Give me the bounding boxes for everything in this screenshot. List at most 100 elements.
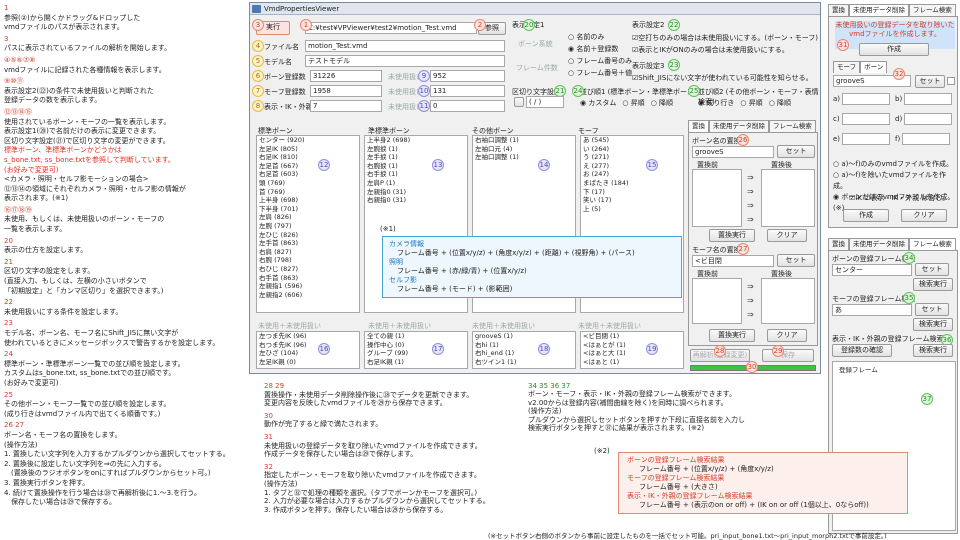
delete-checks[interactable]: ☑IK ☑表示・IK・外親 は含む。 [849,193,949,203]
radio-option[interactable]: ○ a)～f)を除いたvmdファイルを作成。 [833,170,957,192]
bone-replace-combo[interactable]: grooveS [692,146,774,158]
list-item[interactable]: まばたき (184) [583,179,683,188]
list-item[interactable]: <ビ目閉 (1) [583,332,683,341]
list-item[interactable]: 左腕 (797) [259,222,359,231]
morph-after-list[interactable] [761,278,815,324]
bone-search-set[interactable]: セット [915,263,949,276]
bone-set-button[interactable]: セット [777,145,815,158]
unused-sub-list[interactable]: 全ての親 (1) 操作中心 (0) グルーブ (99) 右足IK親 (1) [364,331,468,369]
tab-1[interactable]: 未使用データ削除 [849,4,909,16]
list-item[interactable]: 左つま先IK (96) [259,332,359,341]
list-item[interactable]: 上 (5) [583,205,683,214]
list-item[interactable]: 左手首 (863) [259,239,359,248]
path-field[interactable]: C:¥test¥VPViewer¥test2¥motion_Test.vmd [305,22,477,34]
morph-search-combo[interactable]: あ [832,304,912,316]
list-item[interactable]: 下 (17) [583,188,683,197]
tab-0[interactable]: モーフ [833,61,861,73]
list-item[interactable]: 左肩 (826) [259,213,359,222]
radio-option[interactable]: ◉ 名前＋登録数 [568,43,632,55]
morph-replace-combo[interactable]: <ビ目閉 [692,255,774,267]
list-item[interactable]: 頭 (769) [259,179,359,188]
list-item[interactable]: 左袖口元 (4) [475,145,575,154]
save-button[interactable]: 保存 [762,349,814,362]
field-input[interactable] [842,93,891,105]
list-item[interactable]: 左肩P (1) [367,179,467,188]
bone-search-exec[interactable]: 検索実行 [913,278,953,291]
list-item[interactable]: 右手捩 (1) [367,170,467,179]
list-item[interactable]: <はぁとが (1) [583,341,683,350]
radio-icon[interactable]: ○ [651,99,659,107]
list-item[interactable]: センター (920) [259,136,359,145]
list-item[interactable]: 右hi (1) [475,341,575,350]
list-item[interactable]: 笑い (17) [583,196,683,205]
radio-option[interactable]: ○ a)～f)のみのvmdファイルを作成。 [833,159,957,170]
list-item[interactable]: グルーブ (99) [367,349,467,358]
list-item[interactable]: 左袖口調整 (1) [475,153,575,162]
bone-clear-button[interactable]: クリア [767,229,807,242]
list-item[interactable]: 全ての親 (1) [367,332,467,341]
unused-morph-list[interactable]: <ビ目閉 (1) <はぁとが (1) <はぁと大 (1) <はぁと (1) [580,331,684,369]
radio-option[interactable]: ○ 昇順 [622,99,644,107]
delete-create-button[interactable]: 作成 [859,43,929,56]
sep-preset-button[interactable] [514,97,524,107]
tab-1[interactable]: 未使用データ削除 [709,120,769,132]
morph-search-exec[interactable]: 検索実行 [913,318,953,331]
list-item[interactable]: 上半身 (698) [259,196,359,205]
list-item[interactable]: 右つま先IK (96) [259,341,359,350]
delete-clear-button[interactable]: クリア [901,209,947,222]
list-item[interactable]: 右ひじ (827) [259,265,359,274]
radio-option[interactable]: ◉ カスタム [580,99,616,107]
list-item[interactable]: 右ツイン1 (1) [475,358,575,367]
list-item[interactable]: 左腕捩 (1) [367,145,467,154]
sep-field[interactable]: ( / ) [526,96,564,108]
disp-search-exec[interactable]: 検索実行 [913,344,953,357]
setting3-opt[interactable]: ☑Shift_JISにない文字が使われている可能性を知らせる。 [632,73,813,83]
morph-search-set[interactable]: セット [915,303,949,316]
list-item[interactable]: 右足首 (603) [259,170,359,179]
list-item[interactable]: 操作中心 (0) [367,341,467,350]
radio-option[interactable]: ○ 降順 [651,99,673,107]
list-item[interactable]: 上半身2 (698) [367,136,467,145]
bone-exec-button[interactable]: 置換実行 [709,229,755,242]
tab-2[interactable]: フレーム検索 [909,238,956,250]
list-item[interactable]: 右足IK親 (1) [367,358,467,367]
radio-option[interactable]: ◉ 成り行き [698,99,734,107]
radio-icon[interactable]: ○ [622,99,630,107]
unused-other-list[interactable]: grooveS (1) 右hi (1) 右hi_end (1) 右ツイン1 (1) [472,331,576,369]
list-item[interactable]: 左足IK親 (0) [259,358,359,367]
morph-clear-button[interactable]: クリア [767,329,807,342]
list-item[interactable]: え (277) [583,162,683,171]
list-item[interactable]: 左足IK (805) [259,145,359,154]
field-input[interactable] [841,113,890,125]
list-item[interactable]: 右親指0 (31) [367,196,467,205]
list-item[interactable]: 右袖口調整 (1) [475,136,575,145]
list-item[interactable]: 左ひじ (826) [259,231,359,240]
radio-option[interactable]: ○ フレーム番号＋値 [568,67,632,79]
radio-option[interactable]: ○ 降順 [769,99,791,107]
tab-1[interactable]: 未使用データ削除 [849,238,909,250]
bone-search-combo[interactable]: センター [832,264,912,276]
list-item[interactable]: 左ひざ (104) [259,349,359,358]
bone-before-list[interactable] [692,169,742,227]
list-item[interactable]: 左手捩 (1) [367,153,467,162]
morph-before-list[interactable] [692,278,742,324]
radio-option[interactable]: ○ フレーム番号のみ [568,55,632,67]
radio-icon[interactable]: ○ [740,99,748,107]
field-input[interactable] [904,113,953,125]
setting2-opt-1[interactable]: ☑空打ちのみの場合は未使用扱いにする。(ボーン・モーフ) [632,33,818,43]
list-item[interactable]: あ (545) [583,136,683,145]
tab-0[interactable]: 置換 [828,4,849,16]
list-item[interactable]: お (247) [583,170,683,179]
list-item[interactable]: <はぁと (1) [583,358,683,367]
list-item[interactable]: 左親指0 (31) [367,188,467,197]
list-item[interactable]: う (271) [583,153,683,162]
list-item[interactable]: grooveS (1) [475,332,575,341]
tab-1[interactable]: ボーン [860,61,888,73]
tab-0[interactable]: 置換 [688,120,709,132]
tab-0[interactable]: 置換 [828,238,849,250]
setting2-opt-2[interactable]: ☑表示とIKがONのみの場合は未使用扱いにする。 [632,45,789,55]
unused-std-list[interactable]: 左つま先IK (96) 右つま先IK (96) 左ひざ (104) 左足IK親 (0) [256,331,360,369]
list-item[interactable]: 右hi_end (1) [475,349,575,358]
list-item[interactable]: い (264) [583,145,683,154]
list-item[interactable]: 右腕 (798) [259,256,359,265]
